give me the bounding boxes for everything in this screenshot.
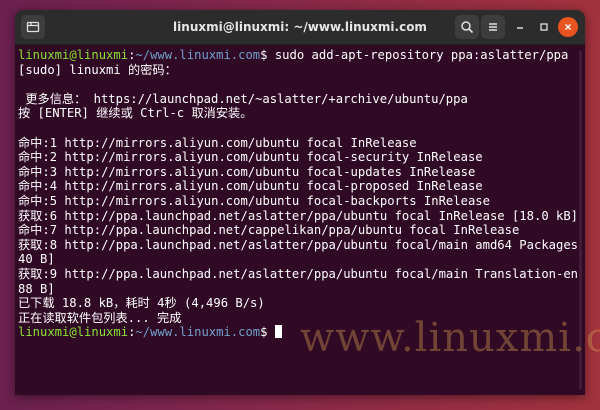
- minimize-icon: [517, 27, 523, 29]
- output-line: 更多信息： https://launchpad.net/~aslatter/+a…: [18, 91, 468, 106]
- title-bar: linuxmi@linuxmi: ~/www.linuxmi.com: [15, 10, 585, 45]
- menu-button[interactable]: [481, 15, 505, 39]
- text-cursor: [274, 325, 282, 339]
- close-button[interactable]: [558, 17, 578, 37]
- search-button[interactable]: [455, 15, 479, 39]
- output-line: 40 B]: [18, 252, 55, 267]
- close-icon: [564, 23, 572, 31]
- prompt-path: ~/www.linuxmi.com: [135, 325, 261, 340]
- output-line: 获取:6 http://ppa.launchpad.net/aslatter/p…: [18, 208, 579, 223]
- prompt-symbol: $: [260, 48, 268, 62]
- output-line: [sudo] linuxmi 的密码：: [18, 62, 177, 77]
- output-line: 已下载 18.8 kB，耗时 4秒 (4,496 B/s): [18, 296, 265, 311]
- command-line: linuxmi@linuxmi:~/www.linuxmi.com$ sudo …: [18, 48, 575, 63]
- output-line: 命中:2 http://mirrors.aliyun.com/ubuntu fo…: [18, 150, 483, 165]
- search-icon: [461, 21, 474, 34]
- maximize-icon: [540, 23, 548, 31]
- output-line: 命中:5 http://mirrors.aliyun.com/ubuntu fo…: [18, 193, 490, 208]
- output-line: 按 [ENTER] 继续或 Ctrl-c 取消安装。: [18, 106, 253, 121]
- watermark: www.linuxmi.com: [300, 315, 600, 361]
- output-line: 获取:9 http://ppa.launchpad.net/aslatter/p…: [18, 266, 585, 281]
- output-line: 命中:1 http://mirrors.aliyun.com/ubuntu fo…: [18, 135, 417, 150]
- output-line: 命中:3 http://mirrors.aliyun.com/ubuntu fo…: [18, 164, 476, 179]
- output-line: 获取:8 http://ppa.launchpad.net/aslatter/p…: [18, 237, 585, 252]
- hamburger-menu-icon: [489, 23, 497, 31]
- prompt-symbol: $: [260, 325, 268, 340]
- prompt-path: ~/www.linuxmi.com: [135, 48, 261, 62]
- prompt-user: linuxmi@linuxmi: [18, 48, 129, 62]
- minimize-button[interactable]: [510, 17, 530, 37]
- prompt-user: linuxmi@linuxmi: [18, 325, 129, 340]
- output-line: 88 B]: [18, 281, 55, 296]
- output-line: 命中:7 http://ppa.launchpad.net/cappelikan…: [18, 223, 520, 238]
- maximize-button[interactable]: [534, 17, 554, 37]
- output-line: 命中:4 http://mirrors.aliyun.com/ubuntu fo…: [18, 179, 483, 194]
- command-text: sudo add-apt-repository ppa:aslatter/ppa: [267, 48, 569, 62]
